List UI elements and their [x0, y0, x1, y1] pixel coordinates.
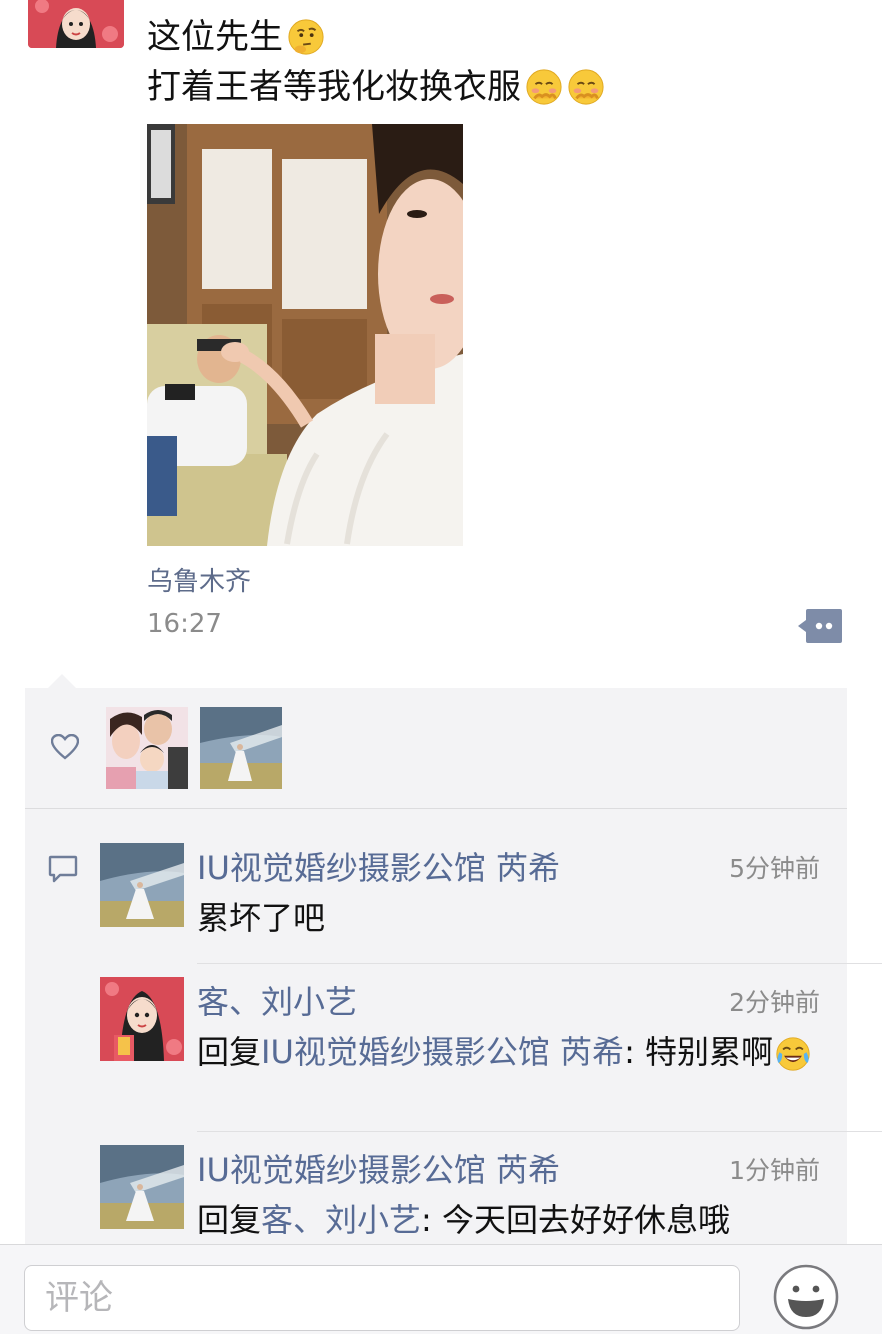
like-divider [25, 808, 847, 809]
comment-icon [48, 855, 78, 883]
comment-divider [197, 1131, 882, 1132]
comment-input-box[interactable] [24, 1265, 740, 1331]
tears-of-joy-emoji [776, 1037, 810, 1071]
post-author-avatar[interactable] [28, 0, 124, 48]
commenter-avatar[interactable] [100, 843, 184, 927]
like-row [25, 688, 847, 808]
comment-text: 回复客、刘小艺: 今天回去好好休息哦 [197, 1197, 817, 1243]
comment-time: 5分钟前 [729, 854, 820, 883]
shy-emoji [526, 69, 562, 105]
reply-prefix: 回复 [197, 1201, 262, 1239]
thinking-emoji [288, 19, 324, 55]
comment-item[interactable]: 客、刘小艺 2分钟前 回复IU视觉婚纱摄影公馆 芮希: 特别累啊 [100, 977, 820, 1117]
panel-notch [48, 674, 76, 688]
reply-text: : 特别累啊 [624, 1033, 774, 1071]
post-time: 16:27 [147, 609, 222, 639]
comment-item[interactable]: IU视觉婚纱摄影公馆 芮希 1分钟前 回复客、刘小艺: 今天回去好好休息哦 [100, 1145, 820, 1245]
emoji-button[interactable] [772, 1263, 840, 1331]
post-text-line1: 这位先生 [147, 17, 283, 57]
comment-text: 回复IU视觉婚纱摄影公馆 芮希: 特别累啊 [197, 1029, 817, 1075]
comment-text: 累坏了吧 [197, 899, 326, 937]
heart-icon [51, 734, 79, 760]
shy-emoji [568, 69, 604, 105]
commenter-name[interactable]: 客、刘小艺 [197, 977, 357, 1023]
liker-avatar[interactable] [106, 707, 188, 789]
liker-avatar[interactable] [200, 707, 282, 789]
commenter-name[interactable]: IU视觉婚纱摄影公馆 芮希 [197, 843, 560, 889]
commenter-avatar[interactable] [100, 977, 184, 1061]
comment-time: 1分钟前 [729, 1156, 820, 1185]
post-text: 这位先生 打着王者等我化妆换衣服 [147, 12, 605, 112]
reply-text: : 今天回去好好休息哦 [421, 1201, 730, 1239]
reply-to-name[interactable]: IU视觉婚纱摄影公馆 芮希 [261, 1033, 624, 1071]
comment-input[interactable] [25, 1266, 739, 1330]
more-button[interactable] [798, 609, 842, 643]
smiley-icon [773, 1264, 839, 1330]
commenter-avatar[interactable] [100, 1145, 184, 1229]
reply-to-name[interactable]: 客、刘小艺 [261, 1201, 421, 1239]
comment-item[interactable]: IU视觉婚纱摄影公馆 芮希 5分钟前 累坏了吧 [100, 843, 820, 943]
reply-prefix: 回复 [197, 1033, 262, 1071]
comment-time: 2分钟前 [729, 988, 820, 1017]
comment-input-bar [0, 1244, 882, 1334]
comment-divider [197, 963, 882, 964]
more-icon [798, 609, 842, 643]
post-photo[interactable] [147, 124, 463, 546]
post-location[interactable]: 乌鲁木齐 [147, 561, 251, 598]
post-text-line2: 打着王者等我化妆换衣服 [147, 67, 521, 107]
commenter-name[interactable]: IU视觉婚纱摄影公馆 芮希 [197, 1145, 560, 1191]
